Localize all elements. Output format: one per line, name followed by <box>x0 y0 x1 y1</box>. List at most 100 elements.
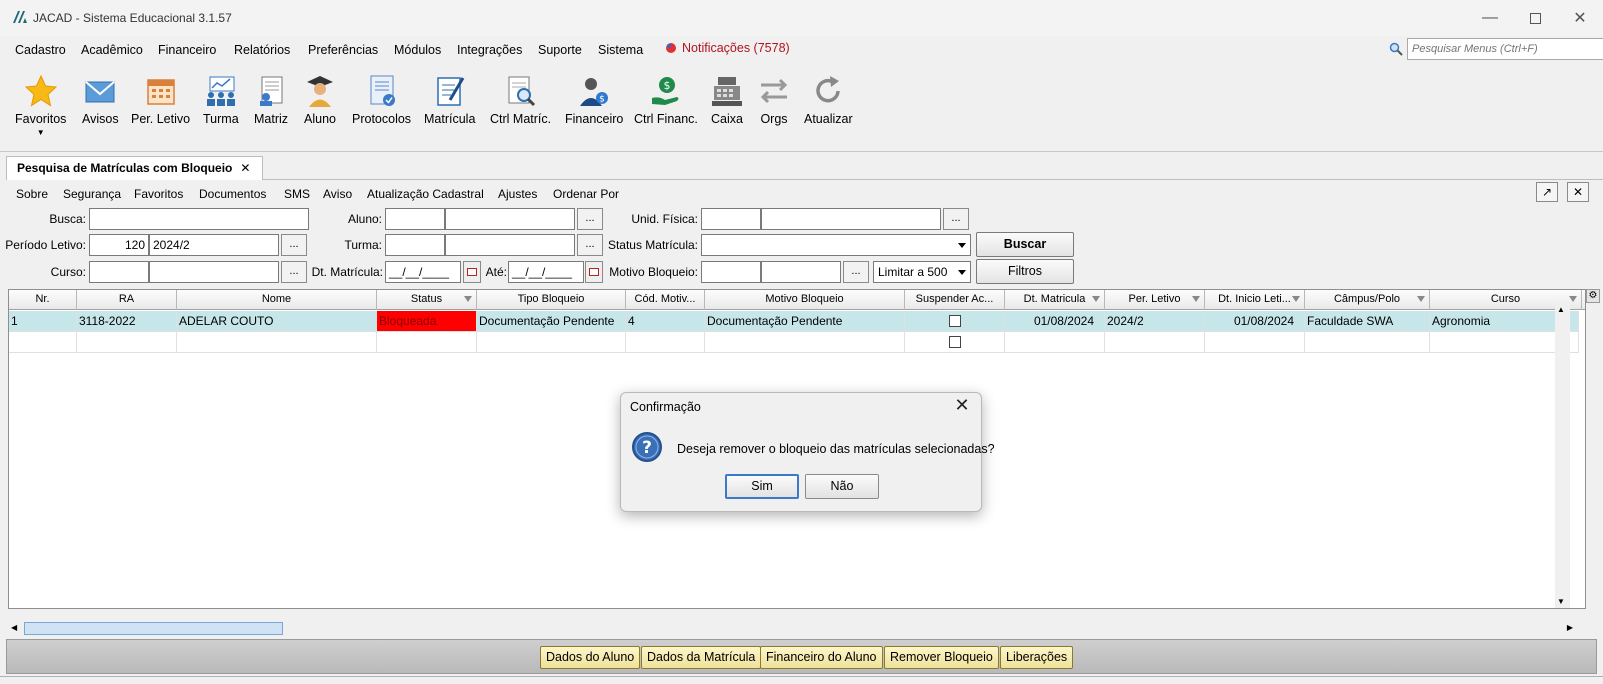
busca-input[interactable] <box>89 208 309 230</box>
horizontal-scrollbar[interactable]: ◀ ▶ <box>9 621 1577 636</box>
scroll-down-icon[interactable]: ▼ <box>1557 597 1565 606</box>
detach-window-icon[interactable]: ↗ <box>1536 182 1558 202</box>
column-header-campus[interactable]: Câmpus/Polo <box>1305 290 1430 310</box>
scroll-thumb[interactable] <box>24 622 283 635</box>
column-header-cod-motivo[interactable]: Cód. Motiv... <box>626 290 705 310</box>
calendar-picker-icon[interactable] <box>463 261 481 283</box>
vertical-scrollbar[interactable]: ▲ ▼ <box>1555 303 1570 608</box>
curso-code-input[interactable] <box>89 261 149 283</box>
suspender-checkbox[interactable] <box>949 315 961 327</box>
filtros-button[interactable]: Filtros <box>976 259 1074 284</box>
column-header-status[interactable]: Status <box>377 290 477 310</box>
filter-icon[interactable] <box>1292 296 1300 302</box>
toolbar-financeiro[interactable]: $ Financeiro <box>565 74 623 126</box>
notifications-link[interactable]: Notificações (7578) <box>665 41 790 55</box>
close-panel-icon[interactable]: ✕ <box>1567 182 1589 202</box>
limit-select[interactable]: Limitar a 500 <box>873 261 971 283</box>
motivo-bloqueio-input[interactable] <box>761 261 841 283</box>
close-window-icon[interactable]: ✕ <box>1565 6 1595 30</box>
toolbar-ctrl-financ[interactable]: $ Ctrl Financ. <box>634 74 698 126</box>
turma-code-input[interactable] <box>385 234 445 256</box>
column-header-nr[interactable]: Nr. <box>9 290 77 310</box>
submenu-atualizacao-cadastral[interactable]: Atualização Cadastral <box>367 187 484 201</box>
minimize-icon[interactable]: — <box>1475 6 1505 30</box>
column-header-dt-matricula[interactable]: Dt. Matricula <box>1005 290 1105 310</box>
unid-code-input[interactable] <box>701 208 761 230</box>
unid-fisica-input[interactable] <box>761 208 941 230</box>
scroll-left-icon[interactable]: ◀ <box>11 623 17 632</box>
toolbar-protocolos[interactable]: Protocolos <box>352 74 411 126</box>
menu-relatorios[interactable]: Relatórios <box>234 43 290 57</box>
menu-suporte[interactable]: Suporte <box>538 43 582 57</box>
unid-lookup-button[interactable]: ... <box>943 208 969 230</box>
submenu-sobre[interactable]: Sobre <box>16 187 48 201</box>
toolbar-turma[interactable]: Turma <box>203 74 239 126</box>
toolbar-ctrl-matric[interactable]: Ctrl Matríc. <box>490 74 551 126</box>
menu-integracoes[interactable]: Integrações <box>457 43 522 57</box>
buscar-button[interactable]: Buscar <box>976 232 1074 257</box>
turma-input[interactable] <box>445 234 575 256</box>
liberacoes-button[interactable]: Liberações <box>1000 646 1074 669</box>
column-header-nome[interactable]: Nome <box>177 290 377 310</box>
column-header-dt-inicio[interactable]: Dt. Inicio Leti... <box>1205 290 1305 310</box>
toolbar-orgs[interactable]: Orgs <box>757 74 791 126</box>
suspender-checkbox[interactable] <box>949 336 961 348</box>
aluno-input[interactable] <box>445 208 575 230</box>
filter-icon[interactable] <box>1192 296 1200 302</box>
submenu-ajustes[interactable]: Ajustes <box>498 187 537 201</box>
tab-pesquisa-matriculas[interactable]: Pesquisa de Matrículas com Bloqueio ✕ <box>6 156 264 180</box>
toolbar-favoritos[interactable]: Favoritos ▼ <box>15 74 66 137</box>
gear-icon[interactable]: ⚙ <box>1586 289 1600 303</box>
submenu-documentos[interactable]: Documentos <box>199 187 266 201</box>
curso-input[interactable] <box>149 261 279 283</box>
column-header-tipo-bloqueio[interactable]: Tipo Bloqueio <box>477 290 626 310</box>
menu-modulos[interactable]: Módulos <box>394 43 441 57</box>
scroll-right-icon[interactable]: ▶ <box>1567 623 1573 632</box>
motivo-code-input[interactable] <box>701 261 761 283</box>
toolbar-matriz[interactable]: Matriz <box>254 74 288 126</box>
sim-button[interactable]: Sim <box>725 474 799 499</box>
toolbar-per-letivo[interactable]: Per. Letivo <box>131 74 190 126</box>
status-matricula-select[interactable] <box>701 234 971 256</box>
submenu-sms[interactable]: SMS <box>284 187 310 201</box>
toolbar-caixa[interactable]: Caixa <box>710 74 744 126</box>
ate-input[interactable]: __/__/____ <box>508 261 584 283</box>
submenu-favoritos[interactable]: Favoritos <box>134 187 183 201</box>
scroll-up-icon[interactable]: ▲ <box>1557 305 1565 314</box>
filter-icon[interactable] <box>1417 296 1425 302</box>
submenu-seguranca[interactable]: Segurança <box>63 187 121 201</box>
aluno-code-input[interactable] <box>385 208 445 230</box>
column-header-ra[interactable]: RA <box>77 290 177 310</box>
periodo-code-input[interactable]: 120 <box>89 234 149 256</box>
filter-icon[interactable] <box>464 296 472 302</box>
toolbar-avisos[interactable]: Avisos <box>82 74 119 126</box>
menu-preferencias[interactable]: Preferências <box>308 43 378 57</box>
toolbar-matricula[interactable]: Matrícula <box>424 74 475 126</box>
close-tab-icon[interactable]: ✕ <box>240 161 250 180</box>
periodo-letivo-input[interactable]: 2024/2 <box>149 234 279 256</box>
table-row[interactable]: 1 3118-2022 ADELAR COUTO Bloqueada Docum… <box>9 311 1579 332</box>
menu-academico[interactable]: Acadêmico <box>81 43 143 57</box>
column-header-motivo-bloqueio[interactable]: Motivo Bloqueio <box>705 290 905 310</box>
filter-icon[interactable] <box>1569 296 1577 302</box>
motivo-lookup-button[interactable]: ... <box>843 261 869 283</box>
menu-sistema[interactable]: Sistema <box>598 43 643 57</box>
remover-bloqueio-button[interactable]: Remover Bloqueio <box>884 646 999 669</box>
toolbar-atualizar[interactable]: Atualizar <box>804 74 853 126</box>
dt-matricula-input[interactable]: __/__/____ <box>385 261 461 283</box>
submenu-ordenar-por[interactable]: Ordenar Por <box>553 187 619 201</box>
aluno-lookup-button[interactable]: ... <box>577 208 603 230</box>
nao-button[interactable]: Não <box>805 474 879 499</box>
column-header-per-letivo[interactable]: Per. Letivo <box>1105 290 1205 310</box>
column-header-suspender[interactable]: Suspender Ac... <box>905 290 1005 310</box>
submenu-aviso[interactable]: Aviso <box>323 187 352 201</box>
maximize-icon[interactable] <box>1520 6 1550 30</box>
dados-aluno-button[interactable]: Dados do Aluno <box>540 646 641 669</box>
menu-financeiro[interactable]: Financeiro <box>158 43 216 57</box>
filter-icon[interactable] <box>1092 296 1100 302</box>
dados-matricula-button[interactable]: Dados da Matrícula <box>641 646 762 669</box>
toolbar-aluno[interactable]: Aluno <box>303 74 337 126</box>
financeiro-aluno-button[interactable]: Financeiro do Aluno <box>760 646 883 669</box>
close-icon[interactable]: ✕ <box>951 395 973 417</box>
menu-search-input[interactable] <box>1407 38 1603 60</box>
